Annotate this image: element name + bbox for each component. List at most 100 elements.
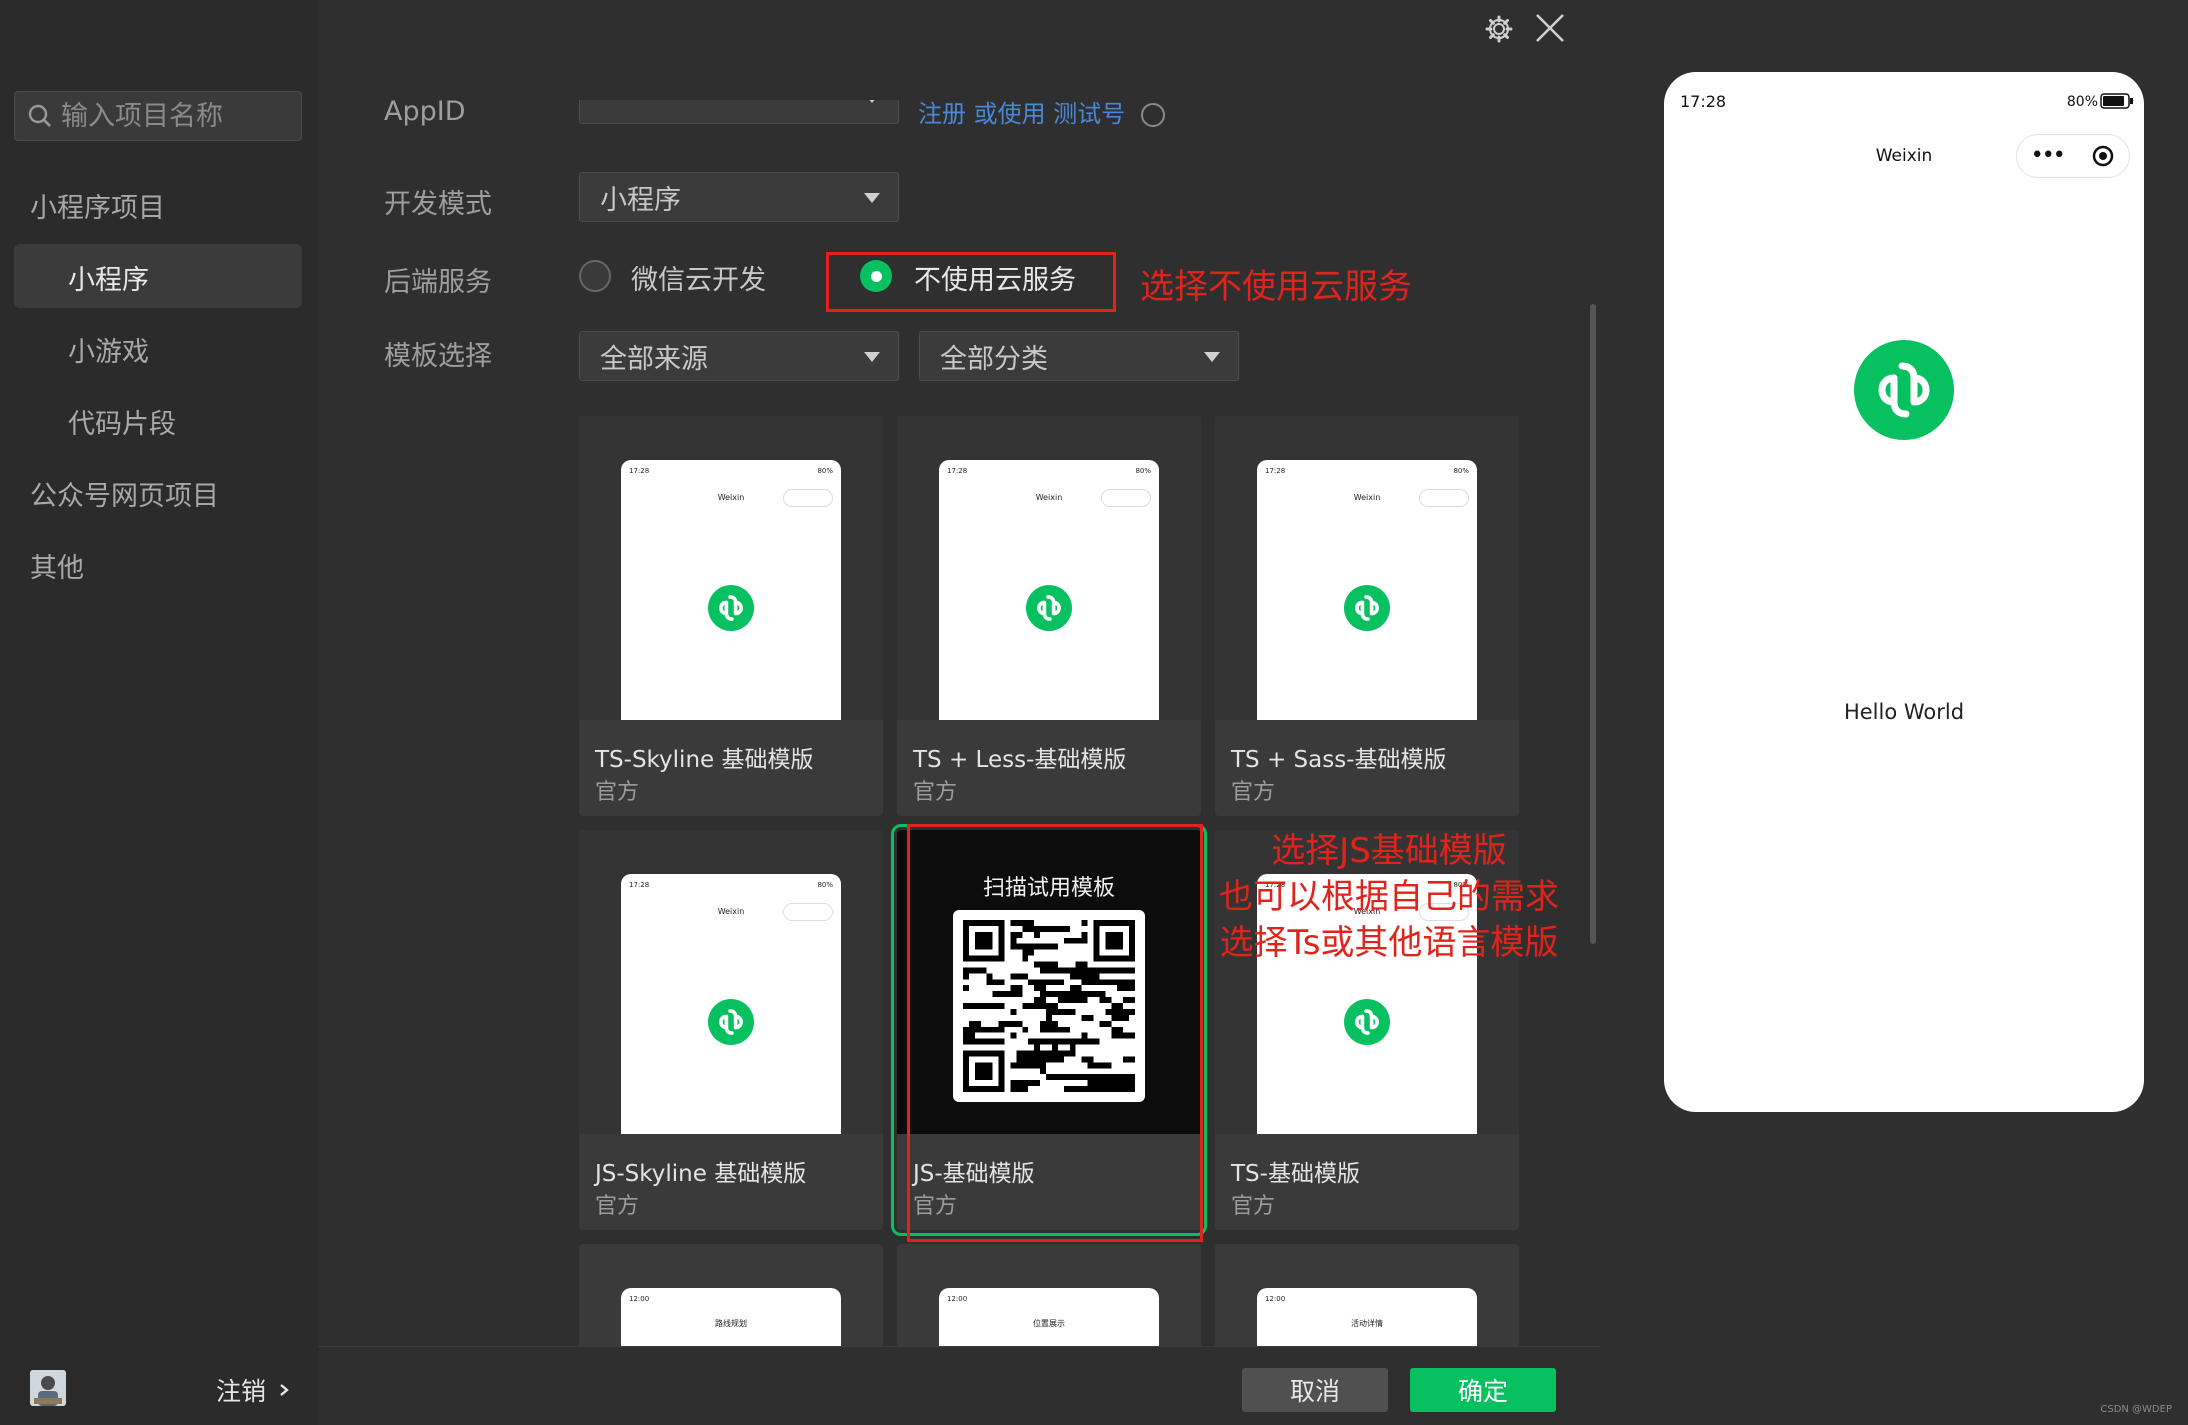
preview-time: 17:28 [1680,92,1727,111]
search-box[interactable] [14,91,302,141]
template-title: TS-基础模版 [1231,1161,1360,1187]
mini-battery: 80% [1453,467,1469,475]
appid-register-link[interactable]: 注册 或使用 测试号 [918,100,1165,129]
close-icon[interactable] [1534,12,1566,44]
avatar[interactable] [30,1370,66,1406]
miniprogram-logo-icon [1854,340,1954,440]
template-title: JS-Skyline 基础模版 [595,1161,807,1187]
mini-time: 17:28 [947,467,968,475]
template-title: TS-Skyline 基础模版 [595,747,814,773]
radio-cloud-dev-label[interactable]: 微信云开发 [631,258,766,297]
mode-select[interactable]: 小程序 [579,172,899,222]
template-screenshot: 17:28 80% Weixin [579,416,883,720]
template-screenshot: 17:28 80% Weixin [579,830,883,1134]
miniprogram-logo-icon [1344,585,1390,631]
template-phone-preview: 12:00 活动详情 [1257,1288,1477,1346]
search-input[interactable] [61,100,301,132]
nav-miniprogram-project[interactable]: 小程序项目 [30,186,165,225]
info-icon[interactable] [1140,103,1165,127]
template-source: 官方 [913,780,958,805]
nav-selected-highlight [14,244,302,308]
confirm-button[interactable]: 确定 [1410,1368,1556,1412]
radio-no-cloud[interactable] [860,260,892,292]
annotation-line: 选择JS基础模版 [1271,831,1507,871]
template-card[interactable]: 17:28 80% Weixin TS-Skyline 基础模版 官方 [579,416,883,816]
search-icon [28,104,51,127]
mini-time: 12:00 [629,1295,650,1303]
avatar-image [30,1370,66,1406]
radio-cloud-dev[interactable] [579,260,611,292]
template-title: TS + Less-基础模版 [913,747,1127,773]
template-card[interactable]: 17:28 80% Weixin JS-Skyline 基础模版 官方 [579,830,883,1230]
main-panel: AppID 注册 或使用 测试号 开发模式 小程序 后端服务 微信云开发 不使用… [318,0,1600,1425]
appid-register-text: 注册 或使用 测试号 [918,100,1126,128]
nav-other[interactable]: 其他 [30,546,84,585]
caret-down-icon [864,193,880,203]
template-phone-preview: 17:28 80% Weixin [939,460,1159,720]
scrollbar[interactable] [1590,304,1596,944]
logout-link[interactable]: 注销 [216,1372,292,1408]
more-dots-icon[interactable]: ••• [2031,145,2066,167]
template-card-partial[interactable]: 12:00 活动详情 [1215,1244,1519,1346]
annotation-line: 选择Ts或其他语言模版 [1219,923,1559,963]
annotation-no-cloud: 选择不使用云服务 [1140,267,1412,307]
record-close-icon[interactable] [2091,144,2115,168]
template-source: 官方 [1231,1194,1276,1219]
template-phone-preview: 17:28 80% Weixin [621,874,841,1134]
category-select[interactable]: 全部分类 [919,331,1239,381]
nav-minigame[interactable]: 小游戏 [68,330,149,369]
template-source: 官方 [595,780,640,805]
capsule-menu[interactable]: ••• [2016,134,2130,178]
radio-no-cloud-label[interactable]: 不使用云服务 [914,258,1076,297]
mini-time: 17:28 [629,881,650,889]
template-source: 官方 [1231,780,1276,805]
caret-down-icon [1204,352,1220,362]
template-card[interactable]: 17:28 80% Weixin TS + Less-基础模版 官方 [897,416,1201,816]
chevron-right-icon [280,1384,289,1396]
template-card-partial[interactable]: 12:00 路线规划 [579,1244,883,1346]
template-card[interactable]: 17:28 80% Weixin TS + Sass-基础模版 官方 [1215,416,1519,816]
mode-value: 小程序 [600,184,681,216]
template-label: 模板选择 [384,341,492,372]
mode-label: 开发模式 [384,189,492,220]
template-phone-preview: 17:28 80% Weixin [621,460,841,720]
battery-icon [2100,93,2133,109]
settings-gear-icon[interactable] [1484,14,1514,44]
backend-label: 后端服务 [384,267,492,298]
mini-time: 12:00 [947,1295,968,1303]
template-phone-preview: 17:28 80% Weixin [1257,460,1477,720]
annotation-line: 也可以根据自己的需求 [1219,877,1559,917]
template-phone-preview: 12:00 路线规划 [621,1288,841,1346]
mini-capsule [1419,489,1469,507]
nav-official-account-web[interactable]: 公众号网页项目 [30,474,219,513]
mini-capsule [783,903,833,921]
category-value: 全部分类 [940,343,1048,375]
mini-time: 12:00 [1265,1295,1286,1303]
annotation-box-js-template [907,824,1203,1242]
template-card-partial[interactable]: 12:00 位置展示 [897,1244,1201,1346]
miniprogram-logo-icon [708,585,754,631]
cancel-button[interactable]: 取消 [1242,1368,1388,1412]
appid-select[interactable] [579,100,899,124]
template-screenshot: 17:28 80% Weixin [1215,416,1519,720]
preview-battery-text: 80% [2066,94,2098,110]
form-scroll-area[interactable]: AppID 注册 或使用 测试号 开发模式 小程序 后端服务 微信云开发 不使用… [318,100,1600,1346]
mini-time: 17:28 [1265,467,1286,475]
template-grid: 17:28 80% Weixin TS-Skyline 基础模版 官方 17:28 80% W… [579,416,1559,1346]
caret-down-icon [864,352,880,362]
mini-nav-title: 活动详情 [1351,1319,1383,1328]
template-screenshot: 17:28 80% Weixin [897,416,1201,720]
source-select[interactable]: 全部来源 [579,331,899,381]
template-phone-preview: 12:00 位置展示 [939,1288,1159,1346]
mini-time: 17:28 [629,467,650,475]
mini-nav-title: 位置展示 [1033,1319,1065,1328]
template-source: 官方 [595,1194,640,1219]
preview-phone: 17:28 80% Weixin ••• Hello World [1664,72,2144,1112]
nav-code-snippet[interactable]: 代码片段 [68,402,176,441]
miniprogram-logo-icon [708,999,754,1045]
mini-nav-title: 路线规划 [715,1319,747,1328]
mini-capsule [783,489,833,507]
logout-label: 注销 [216,1377,267,1406]
nav-miniprogram[interactable]: 小程序 [68,258,149,297]
miniprogram-logo-icon [1344,999,1390,1045]
